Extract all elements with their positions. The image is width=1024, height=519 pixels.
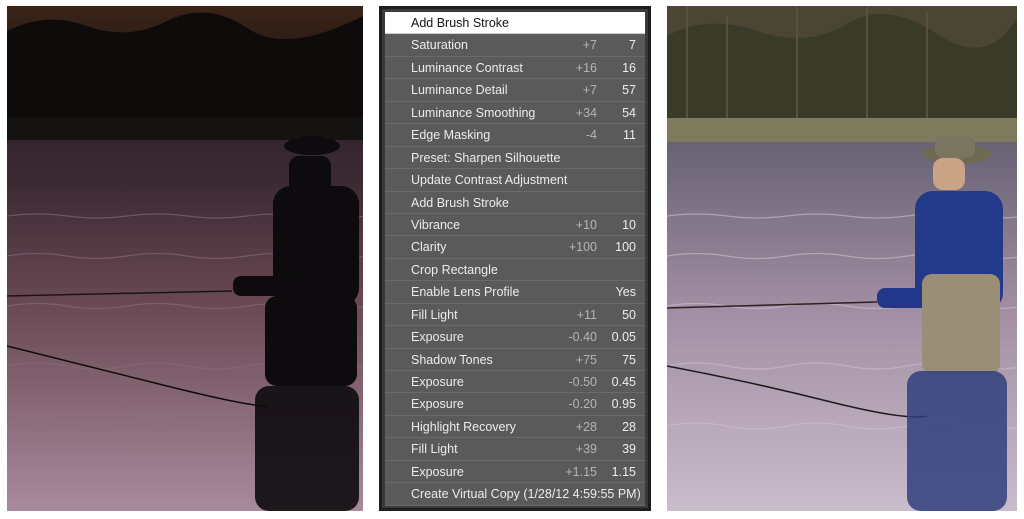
history-step-delta: +100 [568, 240, 597, 255]
photo-before [7, 6, 363, 511]
history-step[interactable]: Vibrance +10 10 [385, 214, 645, 237]
history-step[interactable]: Luminance Detail +7 57 [385, 79, 645, 102]
history-step-name: Exposure [411, 375, 464, 389]
history-step-value: 7 [629, 38, 636, 53]
history-list: Add Brush Stroke Saturation +7 7 Luminance C… [385, 12, 645, 506]
history-step-value: 75 [622, 352, 636, 367]
history-step-value: 28 [622, 419, 636, 434]
history-step-delta: +28 [575, 419, 597, 434]
history-step-delta: -0.50 [568, 375, 598, 389]
history-step-name: Saturation [411, 38, 468, 53]
history-step[interactable]: Enable Lens Profile Yes [385, 281, 645, 304]
history-step-delta: -0.20 [568, 397, 598, 412]
history-step-value: 0.05 [611, 330, 636, 345]
history-step[interactable]: Saturation +7 7 [385, 34, 645, 57]
history-step-value: 0.45 [611, 375, 636, 389]
history-step[interactable]: Fill Light +11 50 [385, 304, 645, 327]
photo-after [667, 6, 1017, 511]
photo-after-image [667, 6, 1017, 511]
history-step-value: 11 [623, 128, 636, 143]
history-step[interactable]: Clarity +100 100 [385, 236, 645, 259]
history-step-name: Preset: Sharpen Silhouette [411, 150, 561, 165]
history-step[interactable]: Create Virtual Copy (1/28/12 4:59:55 PM) [385, 483, 645, 506]
history-step[interactable]: Luminance Contrast +16 16 [385, 57, 645, 80]
history-step[interactable]: Edge Masking -4 11 [385, 124, 645, 147]
history-step[interactable]: Add Brush Stroke [385, 12, 645, 35]
history-step-name: Add Brush Stroke [411, 195, 509, 210]
history-step-name: Shadow Tones [411, 352, 493, 367]
history-step[interactable]: Luminance Smoothing +34 54 [385, 102, 645, 125]
history-step-delta: +7 [582, 38, 597, 53]
history-step[interactable]: Exposure +1.15 1.15 [385, 461, 645, 484]
history-step-name: Enable Lens Profile [411, 285, 520, 300]
history-step-delta: +11 [576, 307, 597, 322]
history-step[interactable]: Highlight Recovery +28 28 [385, 416, 645, 439]
history-step-delta: +10 [575, 217, 597, 232]
history-step-name: Vibrance [411, 217, 461, 232]
history-step-value: 16 [622, 60, 636, 75]
history-step-value: 50 [622, 307, 636, 322]
history-panel: Add Brush Stroke Saturation +7 7 Luminance C… [379, 6, 651, 511]
history-step-name: Fill Light [411, 442, 458, 457]
history-step[interactable]: Shadow Tones +75 75 [385, 349, 645, 371]
history-step-name: Edge Masking [411, 128, 491, 143]
history-step-value: 1.15 [611, 464, 636, 479]
history-step-delta: +39 [575, 442, 597, 457]
history-step-name: Clarity [411, 240, 447, 255]
history-step-name: Luminance Detail [411, 83, 508, 98]
history-step-value: Yes [615, 285, 636, 300]
history-step[interactable]: Crop Rectangle [385, 259, 645, 282]
history-step[interactable]: Exposure -0.50 0.45 [385, 371, 645, 394]
history-step-name: Exposure [411, 330, 464, 345]
history-step[interactable]: Exposure -0.20 0.95 [385, 393, 645, 416]
history-step-name: Exposure [411, 464, 464, 479]
history-step-delta: +75 [575, 352, 597, 367]
history-step-name: Exposure [411, 397, 464, 412]
history-step-value: 39 [622, 442, 636, 457]
history-step-value: 0.95 [611, 397, 636, 412]
history-step-value: 10 [622, 217, 636, 232]
history-step-name: Highlight Recovery [411, 419, 516, 434]
history-step-delta: +7 [582, 83, 597, 98]
history-step[interactable]: Add Brush Stroke [385, 192, 645, 214]
history-step[interactable]: Exposure -0.40 0.05 [385, 326, 645, 349]
history-step-name: Crop Rectangle [411, 262, 498, 277]
history-step-value: 57 [622, 83, 636, 98]
history-step-delta: +34 [575, 105, 597, 120]
history-step[interactable]: Update Contrast Adjustment [385, 169, 645, 192]
history-step-name: Add Brush Stroke [411, 16, 509, 30]
history-step-name: Fill Light [411, 307, 458, 322]
history-step-name: Luminance Smoothing [411, 105, 536, 120]
history-step-name: Update Contrast Adjustment [411, 173, 568, 188]
history-step-delta: +16 [575, 60, 597, 75]
history-step-name: Luminance Contrast [411, 60, 523, 75]
history-step-delta: +1.15 [565, 464, 597, 479]
photo-before-image [7, 6, 363, 511]
history-step-value: 100 [615, 240, 636, 255]
history-step-name: Create Virtual Copy (1/28/12 4:59:55 PM) [411, 487, 641, 502]
history-step-delta: -0.40 [568, 330, 598, 345]
history-step-value: 54 [622, 105, 636, 120]
history-step[interactable]: Fill Light +39 39 [385, 438, 645, 461]
history-step-delta: -4 [585, 128, 597, 143]
history-step[interactable]: Preset: Sharpen Silhouette [385, 147, 645, 170]
